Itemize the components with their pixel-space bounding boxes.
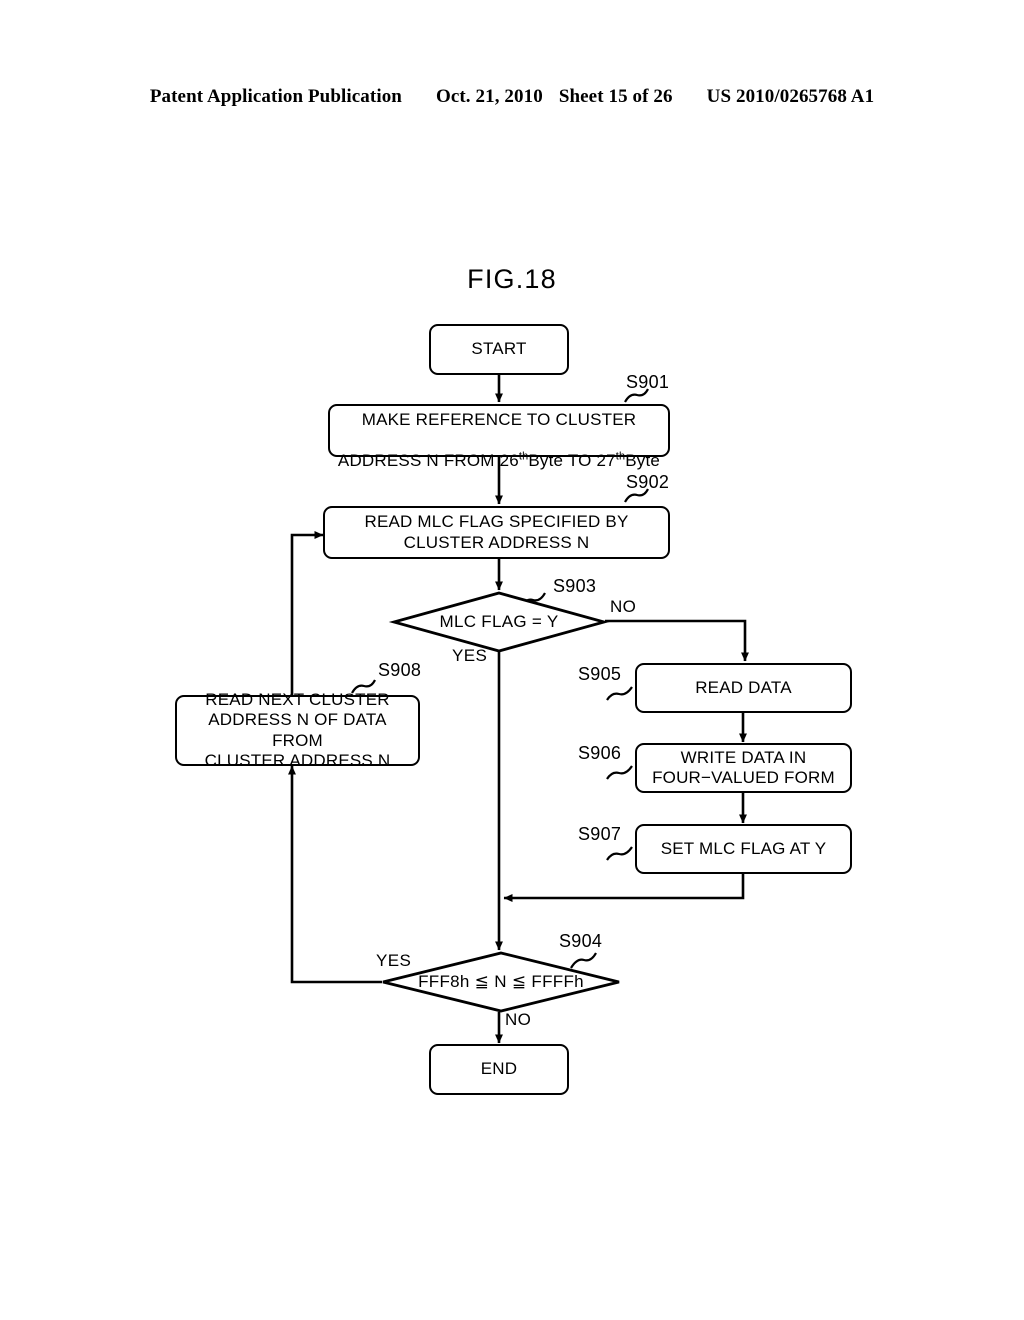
edge-label-s903-yes: YES: [452, 646, 488, 665]
header-sheet: Sheet 15 of 26: [558, 86, 673, 107]
node-start-label: START: [471, 339, 527, 359]
node-s902-label: READ MLC FLAG SPECIFIED BY CLUSTER ADDRE…: [364, 512, 629, 552]
flowchart-connectors: [288, 375, 749, 1044]
node-s905[interactable]: READ DATA: [635, 663, 852, 713]
node-s901[interactable]: MAKE REFERENCE TO CLUSTER ADDRESS N FROM…: [328, 404, 670, 470]
node-s901-line2c: Byte: [625, 450, 661, 470]
node-s902[interactable]: READ MLC FLAG SPECIFIED BY CLUSTER ADDRE…: [323, 506, 670, 559]
edge-label-s904-yes: YES: [376, 951, 412, 970]
header-patent-number: US 2010/0265768 A1: [706, 86, 875, 107]
ref-s906: S906: [578, 743, 622, 763]
node-s903[interactable]: MLC FLAG = Y: [388, 591, 610, 653]
header-publication: Patent Application Publication: [149, 86, 402, 107]
node-s901-label: MAKE REFERENCE TO CLUSTER ADDRESS N FROM…: [332, 390, 666, 470]
ref-s904: S904: [559, 931, 603, 951]
node-s901-sup2: th: [615, 449, 626, 462]
node-s904[interactable]: FFF8h ≦ N ≦ FFFFh: [382, 951, 620, 1013]
node-s904-label: FFF8h ≦ N ≦ FFFFh: [418, 972, 584, 991]
figure-title: FIG.18: [467, 264, 557, 294]
node-s908[interactable]: READ NEXT CLUSTER ADDRESS N OF DATA FROM…: [175, 690, 420, 770]
edge-label-s904-no: NO: [505, 1010, 532, 1029]
patent-page: Patent Application Publication Oct. 21, 2…: [0, 0, 1024, 1320]
node-start[interactable]: START: [429, 324, 569, 375]
node-s906-label: WRITE DATA IN FOUR−VALUED FORM: [652, 747, 835, 787]
ref-s907: S907: [578, 824, 622, 844]
node-s907[interactable]: SET MLC FLAG AT Y: [635, 824, 852, 874]
node-s903-label: MLC FLAG = Y: [439, 612, 559, 631]
node-s901-line2b: Byte TO 27: [528, 450, 616, 470]
ref-s908: S908: [378, 660, 422, 680]
node-s908-label: READ NEXT CLUSTER ADDRESS N OF DATA FROM…: [204, 690, 391, 770]
node-s905-label: READ DATA: [695, 677, 792, 697]
node-s901-line2a: ADDRESS N FROM 26: [337, 450, 519, 470]
node-s906[interactable]: WRITE DATA IN FOUR−VALUED FORM: [635, 743, 852, 793]
ref-s903: S903: [553, 576, 597, 596]
ref-s905: S905: [578, 664, 622, 684]
node-s907-label: SET MLC FLAG AT Y: [660, 838, 827, 858]
node-s901-sup1: th: [518, 449, 529, 462]
node-s901-line1: MAKE REFERENCE TO CLUSTER: [361, 410, 637, 430]
patent-header: Patent Application Publication Oct. 21, 2…: [0, 86, 1024, 108]
node-end-label: END: [480, 1059, 518, 1079]
header-date: Oct. 21, 2010: [435, 86, 543, 107]
ref-s902: S902: [626, 472, 670, 492]
edge-label-s903-no: NO: [610, 597, 637, 616]
node-end[interactable]: END: [429, 1044, 569, 1095]
ref-s901: S901: [626, 372, 670, 392]
